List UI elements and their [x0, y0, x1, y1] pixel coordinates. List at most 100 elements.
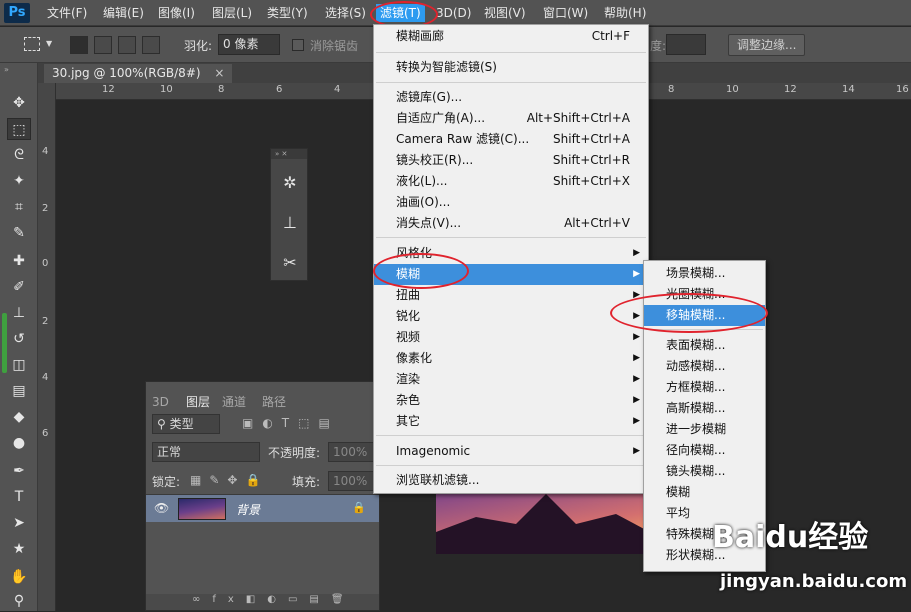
collapse-panel-icon[interactable]: » [4, 65, 9, 74]
fill-input[interactable]: 100% [328, 471, 374, 491]
path-selection-tool-icon[interactable]: ➤ [7, 512, 31, 534]
menu-item-filter-gallery[interactable]: 滤镜库(G)... [374, 87, 648, 108]
menu-separator [376, 52, 646, 53]
menu-item-label: Camera Raw 滤镜(C)... [396, 132, 530, 146]
layer-filter-icons[interactable]: ▣◐T⬚▤ [242, 416, 339, 430]
floating-panel: » ✕ ✲ ⊥ ✂ [270, 148, 308, 281]
submenu-item-box-blur[interactable]: 方框模糊... [644, 377, 765, 398]
menu-item-camera-raw[interactable]: Camera Raw 滤镜(C)... Shift+Ctrl+A [374, 129, 648, 150]
submenu-arrow-icon: ▶ [633, 332, 640, 342]
document-tab[interactable]: 30.jpg @ 100%(RGB/8#) × [44, 64, 233, 83]
clone-source-icon[interactable]: ⊥ [278, 211, 302, 235]
blur-tool-icon[interactable]: ◆ [7, 406, 31, 428]
panel-header[interactable]: » ✕ [271, 149, 307, 159]
layer-filter-select[interactable]: ⚲ 类型 [152, 414, 220, 434]
menu-separator [376, 465, 646, 466]
menu-item-last-filter[interactable]: 模糊画廊 Ctrl+F [374, 26, 648, 47]
marquee-tool-preset-icon[interactable] [24, 37, 40, 51]
eyedropper-tool-icon[interactable]: ✎ [7, 222, 31, 244]
opacity-input[interactable]: 100% [328, 442, 374, 462]
submenu-item-surface-blur[interactable]: 表面模糊... [644, 335, 765, 356]
menu-item-lens-correction[interactable]: 镜头校正(R)... Shift+Ctrl+R [374, 150, 648, 171]
tab-paths[interactable]: 路径 [262, 393, 286, 411]
visibility-eye-icon[interactable]: 👁 [154, 501, 169, 515]
intersect-selection-icon[interactable] [142, 36, 160, 54]
submenu-item-blur-more[interactable]: 进一步模糊 [644, 419, 765, 440]
menu-3d[interactable]: 3D(D) [436, 4, 471, 22]
feather-input[interactable]: 0 像素 [218, 34, 280, 55]
magic-wand-tool-icon[interactable]: ✦ [7, 170, 31, 192]
menu-item-vanishing-point[interactable]: 消失点(V)... Alt+Ctrl+V [374, 213, 648, 234]
move-tool-icon[interactable]: ✥ [7, 92, 31, 114]
menu-item-render[interactable]: 渲染 ▶ [374, 369, 648, 390]
menu-image[interactable]: 图像(I) [158, 4, 195, 22]
menu-item-other[interactable]: 其它 ▶ [374, 411, 648, 432]
menu-view[interactable]: 视图(V) [484, 4, 526, 22]
blend-mode-select[interactable]: 正常 [152, 442, 260, 462]
ruler-label: 2 [42, 316, 49, 327]
shape-tool-icon[interactable]: ★ [7, 538, 31, 560]
refine-edge-button[interactable]: 调整边缘... [728, 34, 806, 56]
layers-footer-icons[interactable]: ∞fx◧◐▭▤🗑 [146, 594, 379, 610]
pen-tool-icon[interactable]: ✒ [7, 460, 31, 482]
gradient-tool-icon[interactable]: ▤ [7, 380, 31, 402]
clone-stamp-tool-icon[interactable]: ⊥ [7, 302, 31, 324]
annotation-ring-blur [373, 253, 469, 289]
menu-item-liquify[interactable]: 液化(L)... Shift+Ctrl+X [374, 171, 648, 192]
add-selection-icon[interactable] [94, 36, 112, 54]
type-tool-icon[interactable]: T [7, 486, 31, 508]
brush-tool-icon[interactable]: ✐ [7, 276, 31, 298]
hand-tool-icon[interactable]: ✋ [7, 566, 31, 588]
menu-help[interactable]: 帮助(H) [604, 4, 646, 22]
submenu-item-field-blur[interactable]: 场景模糊... [644, 263, 765, 284]
submenu-arrow-icon: ▶ [633, 446, 640, 456]
crop-tool-icon[interactable]: ⌗ [7, 196, 31, 218]
new-selection-icon[interactable] [70, 36, 88, 54]
menu-item-sharpen[interactable]: 锐化 ▶ [374, 306, 648, 327]
brush-preset-icon[interactable]: ✲ [278, 171, 302, 195]
menu-layer[interactable]: 图层(L) [212, 4, 252, 22]
submenu-item-blur[interactable]: 模糊 [644, 482, 765, 503]
submenu-item-radial-blur[interactable]: 径向模糊... [644, 440, 765, 461]
tab-3d[interactable]: 3D [152, 393, 169, 411]
lasso-tool-icon[interactable]: ᘓ [7, 144, 31, 166]
tool-preset-icon[interactable]: ✂ [278, 251, 302, 275]
ruler-label: 12 [784, 84, 797, 95]
ruler-label: 14 [842, 84, 855, 95]
history-brush-tool-icon[interactable]: ↺ [7, 328, 31, 350]
tab-channels[interactable]: 通道 [222, 393, 246, 411]
menu-select[interactable]: 选择(S) [325, 4, 366, 22]
tab-layers[interactable]: 图层 [182, 393, 215, 411]
menu-item-imagenomic[interactable]: Imagenomic ▶ [374, 441, 648, 462]
marquee-tool-icon[interactable]: ⬚ [7, 118, 31, 140]
menu-item-pixelate[interactable]: 像素化 ▶ [374, 348, 648, 369]
menu-item-convert-smart[interactable]: 转换为智能滤镜(S) [374, 57, 648, 78]
menu-item-browse-online[interactable]: 浏览联机滤镜... [374, 470, 648, 491]
zoom-tool-icon[interactable]: ⚲ [7, 590, 31, 612]
menu-item-label: 像素化 [396, 351, 433, 365]
menu-item-oil-paint[interactable]: 油画(O)... [374, 192, 648, 213]
antialias-label: 消除锯齿 [310, 39, 359, 53]
healing-brush-tool-icon[interactable]: ✚ [7, 250, 31, 272]
submenu-item-motion-blur[interactable]: 动感模糊... [644, 356, 765, 377]
dodge-tool-icon[interactable]: ● [7, 432, 31, 454]
lock-icons[interactable]: ▦✎✥🔒 [190, 473, 268, 487]
eraser-tool-icon[interactable]: ◫ [7, 354, 31, 376]
height-input[interactable] [666, 34, 706, 55]
antialias-checkbox[interactable] [292, 39, 304, 51]
close-icon[interactable]: × [214, 66, 224, 80]
menu-item-noise[interactable]: 杂色 ▶ [374, 390, 648, 411]
menu-item-adaptive-wide-angle[interactable]: 自适应广角(A)... Alt+Shift+Ctrl+A [374, 108, 648, 129]
layer-row[interactable]: 👁 背景 🔒 [146, 494, 379, 522]
menu-item-video[interactable]: 视频 ▶ [374, 327, 648, 348]
submenu-item-lens-blur[interactable]: 镜头模糊... [644, 461, 765, 482]
menu-file[interactable]: 文件(F) [47, 4, 87, 22]
menu-edit[interactable]: 编辑(E) [103, 4, 144, 22]
subtract-selection-icon[interactable] [118, 36, 136, 54]
menu-type[interactable]: 类型(Y) [267, 4, 308, 22]
menu-item-label: Imagenomic [396, 444, 471, 458]
submenu-arrow-icon: ▶ [633, 353, 640, 363]
submenu-item-gaussian-blur[interactable]: 高斯模糊... [644, 398, 765, 419]
menu-window[interactable]: 窗口(W) [543, 4, 588, 22]
watermark-url: jingyan.baidu.com [720, 571, 908, 592]
